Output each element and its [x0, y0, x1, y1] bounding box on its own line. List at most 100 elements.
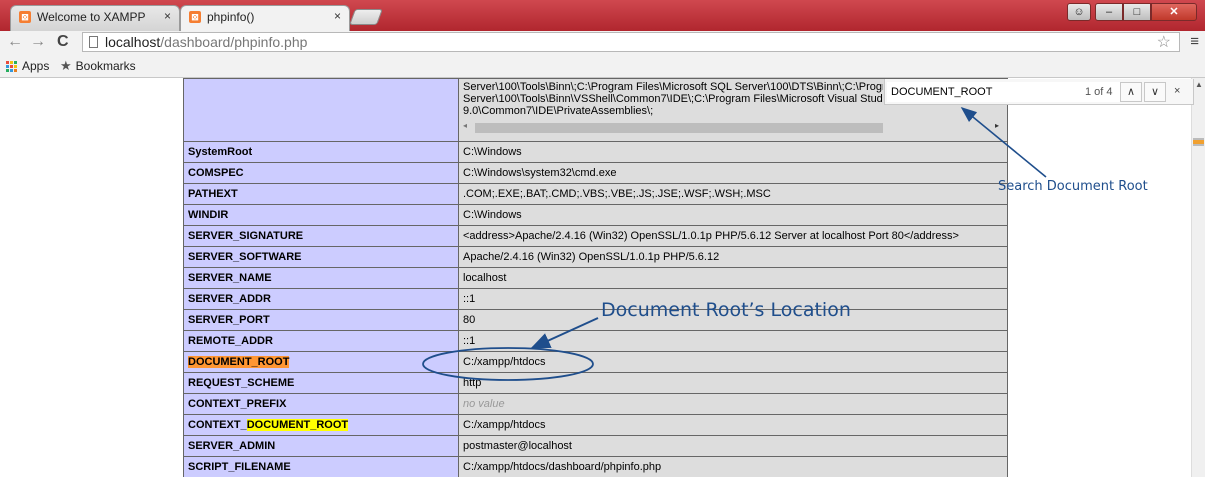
value-cell: postmaster@localhost: [458, 435, 1008, 457]
url-text[interactable]: localhost/dashboard/phpinfo.php: [105, 34, 307, 50]
value-cell: C:/xampp/htdocs: [458, 414, 1008, 436]
find-previous-button[interactable]: ∧: [1120, 82, 1142, 102]
entry-name: REMOTE_ADDR: [188, 335, 273, 347]
table-row: CONTEXT_PREFIX no value: [183, 393, 1008, 415]
scroll-left-arrow-icon[interactable]: ◂: [463, 121, 467, 130]
value-cell: no value: [458, 393, 1008, 415]
entry-name: SERVER_PORT: [188, 314, 270, 326]
apps-dot: [14, 68, 17, 72]
environment-table: Server\100\Tools\Binn\;C:\Program Files\…: [183, 78, 1008, 477]
reload-icon[interactable]: C: [57, 33, 69, 51]
bookmarks-button[interactable]: ★ Bookmarks: [60, 58, 136, 74]
apps-dot: [6, 64, 9, 68]
entry-cell: COMSPEC: [183, 162, 459, 184]
entry-cell-path: [183, 78, 459, 142]
entry-cell: SERVER_PORT: [183, 309, 459, 331]
entry-name: SCRIPT_FILENAME: [188, 461, 291, 473]
table-row: SERVER_SIGNATURE <address>Apache/2.4.16 (…: [183, 225, 1008, 247]
find-close-icon[interactable]: ×: [1174, 85, 1180, 97]
apps-dot: [10, 60, 13, 64]
value-cell: localhost: [458, 267, 1008, 289]
entry-cell: SERVER_SOFTWARE: [183, 246, 459, 268]
page-icon: [89, 36, 98, 48]
entry-name: CONTEXT_PREFIX: [188, 398, 287, 410]
entry-name: SERVER_SIGNATURE: [188, 230, 304, 242]
value-cell: http: [458, 372, 1008, 394]
table-row: REMOTE_ADDR::1: [183, 330, 1008, 352]
entry-cell: REQUEST_SCHEME: [183, 372, 459, 394]
table-row: SERVER_SOFTWARE Apache/2.4.16 (Win32) Ope…: [183, 246, 1008, 268]
table-row: CONTEXT_DOCUMENT_ROOT C:/xampp/htdocs: [183, 414, 1008, 436]
table-row: SERVER_PORT 80: [183, 309, 1008, 331]
vertical-scrollbar[interactable]: ▲: [1191, 78, 1205, 477]
apps-button[interactable]: Apps: [6, 59, 49, 73]
table-row: DOCUMENT_ROOT C:/xampp/htdocs: [183, 351, 1008, 373]
page-content: Server\100\Tools\Binn\;C:\Program Files\…: [0, 78, 1192, 477]
path-line: Server\100\Tools\Binn\VSShell\Common7\ID…: [463, 93, 883, 105]
horizontal-scrollbar[interactable]: ◂ ▸: [463, 121, 1003, 133]
scrollbar-thumb[interactable]: [475, 123, 883, 133]
close-window-button[interactable]: ✕: [1151, 3, 1197, 21]
xampp-icon: ⊠: [19, 11, 31, 23]
tab-label: phpinfo(): [207, 10, 255, 24]
tab-phpinfo[interactable]: ⊠ phpinfo() ×: [180, 5, 350, 31]
entry-cell: SERVER_SIGNATURE: [183, 225, 459, 247]
tab-welcome-to-xampp[interactable]: ⊠ Welcome to XAMPP ×: [10, 5, 180, 31]
table-row: COMSPEC C:\Windows\system32\cmd.exe: [183, 162, 1008, 184]
entry-cell: CONTEXT_PREFIX: [183, 393, 459, 415]
bookmarks-label: Bookmarks: [75, 59, 136, 73]
close-tab-icon[interactable]: ×: [334, 9, 341, 23]
find-next-button[interactable]: ∨: [1144, 82, 1166, 102]
annotation-search-label: Search Document Root: [998, 179, 1148, 194]
entry-cell: CONTEXT_DOCUMENT_ROOT: [183, 414, 459, 436]
scroll-right-arrow-icon[interactable]: ▸: [995, 121, 999, 130]
path-line: Server\100\Tools\Binn\;C:\Program Files\…: [463, 81, 883, 93]
apps-dot: [14, 64, 17, 68]
apps-dot: [6, 60, 9, 64]
entry-name: SERVER_SOFTWARE: [188, 251, 302, 263]
path-value-lines: Server\100\Tools\Binn\;C:\Program Files\…: [463, 79, 883, 117]
find-match-marker: [1193, 140, 1204, 144]
table-row: WINDIR C:\Windows: [183, 204, 1008, 226]
scroll-up-arrow-icon[interactable]: ▲: [1195, 80, 1203, 89]
url-host: localhost: [105, 34, 161, 50]
value-cell: .COM;.EXE;.BAT;.CMD;.VBS;.VBE;.JS;.JSE;.…: [458, 183, 1008, 205]
new-tab-button[interactable]: [349, 9, 383, 25]
entry-cell: SERVER_NAME: [183, 267, 459, 289]
table-row: REQUEST_SCHEME http: [183, 372, 1008, 394]
entry-name: SystemRoot: [188, 146, 253, 158]
menu-icon[interactable]: ≡: [1190, 33, 1199, 50]
title-bar: ⊠ Welcome to XAMPP × ⊠ phpinfo() × ☺ – □…: [0, 0, 1205, 31]
path-line: 9.0\Common7\IDE\PrivateAssemblies\;: [463, 105, 654, 117]
current-find-match-highlight: DOCUMENT_ROOT: [188, 356, 290, 368]
find-match-highlight: DOCUMENT_ROOT: [246, 419, 349, 431]
value-cell: C:\Windows: [458, 204, 1008, 226]
value-cell: C:\Windows\system32\cmd.exe: [458, 162, 1008, 184]
bookmark-star-icon[interactable]: ☆: [1157, 32, 1171, 52]
entry-name: WINDIR: [188, 209, 229, 221]
value-cell: ::1: [458, 330, 1008, 352]
entry-cell: WINDIR: [183, 204, 459, 226]
table-row: SystemRoot C:\Windows: [183, 141, 1008, 163]
close-tab-icon[interactable]: ×: [164, 9, 171, 23]
entry-name: SERVER_ADMIN: [188, 440, 276, 452]
forward-arrow-icon[interactable]: →: [30, 33, 46, 51]
star-icon: ★: [60, 58, 72, 73]
browser-toolbar: ← → C localhost/dashboard/phpinfo.php ☆ …: [0, 31, 1205, 55]
back-arrow-icon[interactable]: ←: [7, 33, 23, 51]
apps-grid-icon: [6, 60, 17, 72]
annotation-docroot-label: Document Root’s Location: [601, 299, 851, 321]
xampp-icon: ⊠: [189, 11, 201, 23]
entry-name: COMSPEC: [188, 167, 244, 179]
apps-label: Apps: [22, 59, 50, 73]
table-row: SERVER_NAME localhost: [183, 267, 1008, 289]
maximize-button[interactable]: □: [1123, 3, 1151, 21]
entry-cell: SystemRoot: [183, 141, 459, 163]
minimize-button[interactable]: –: [1095, 3, 1123, 21]
table-row: SERVER_ADDR::1: [183, 288, 1008, 310]
tab-label: Welcome to XAMPP: [37, 10, 146, 24]
user-icon[interactable]: ☺: [1067, 3, 1091, 21]
address-bar[interactable]: localhost/dashboard/phpinfo.php ☆: [82, 32, 1180, 52]
value-cell: C:\Windows: [458, 141, 1008, 163]
table-row: SCRIPT_FILENAME C:/xampp/htdocs/dashboard…: [183, 456, 1008, 477]
